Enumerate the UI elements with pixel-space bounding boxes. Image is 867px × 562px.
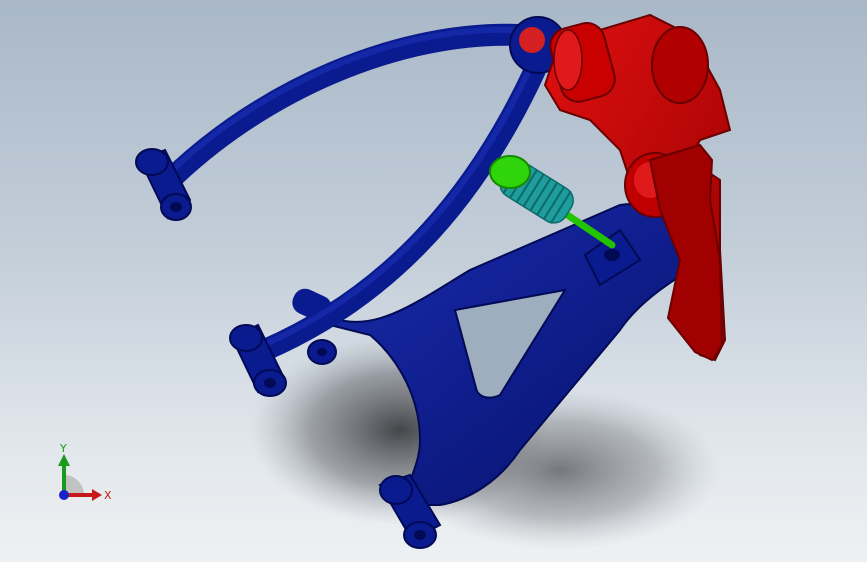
x-axis-label: X xyxy=(104,489,112,502)
coilover-shock[interactable] xyxy=(489,155,616,249)
y-axis-label: Y xyxy=(59,442,67,455)
3d-viewport[interactable]: Y X xyxy=(0,0,867,562)
suspension-assembly-model[interactable] xyxy=(0,0,867,562)
shock-top-cap xyxy=(489,155,531,189)
upper-arm-front-tube xyxy=(154,23,531,196)
z-axis-point xyxy=(59,490,69,500)
knuckle-hub-bore xyxy=(651,26,709,104)
view-orientation-triad[interactable]: Y X xyxy=(44,440,124,510)
